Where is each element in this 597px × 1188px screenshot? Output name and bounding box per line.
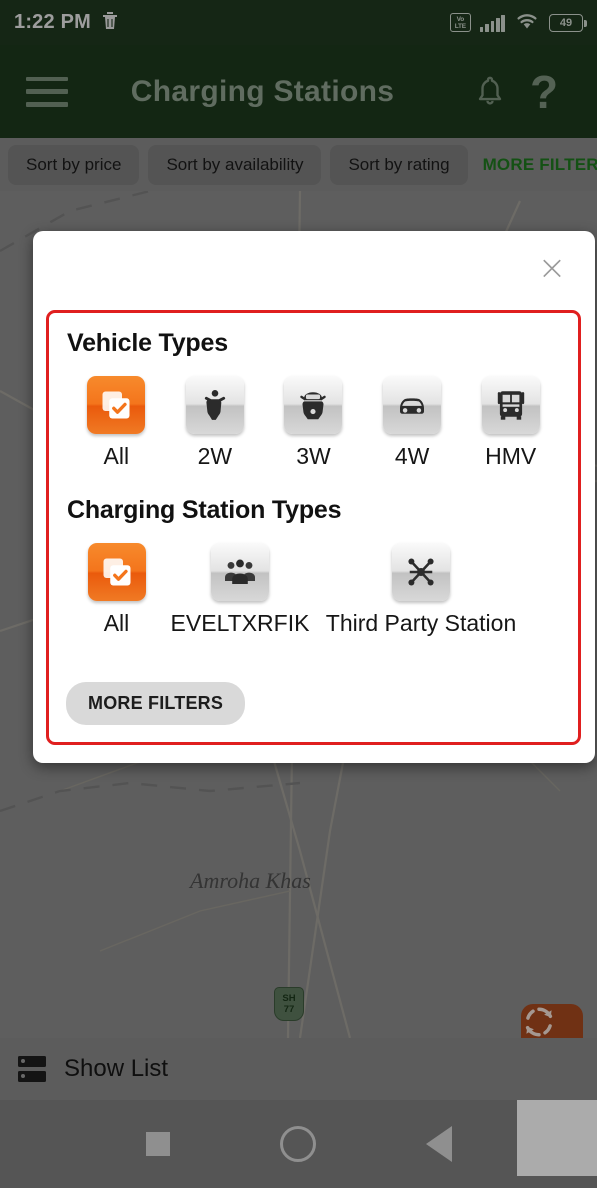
wifi-icon [514,10,540,35]
nav-white-block [517,1100,597,1176]
refresh-icon [525,1007,553,1037]
vehicle-types-row: All 2W 3W 4W HMV [67,376,560,470]
station-option-third-party[interactable]: Third Party Station [314,543,528,637]
vehicle-option-hmv[interactable]: HMV [461,376,560,470]
people-group-icon [211,543,269,601]
highway-shield-marker: SH 77 [274,987,304,1021]
filters-dialog: × Vehicle Types All 2W 3W 4W HMV Chargin… [33,231,595,763]
station-types-title: Charging Station Types [67,496,342,524]
help-icon[interactable]: ? [517,69,571,115]
close-icon[interactable]: × [535,251,569,287]
vehicle-option-label: All [103,443,130,469]
vehicle-option-4w[interactable]: 4W [363,376,462,470]
list-icon [18,1056,46,1082]
vehicle-types-title: Vehicle Types [67,329,228,357]
volte-icon: Vo LTE [449,13,471,32]
vehicle-option-label: HMV [485,443,537,469]
map-place-label: Amroha Khas [190,868,311,893]
sort-filter-bar: Sort by price Sort by availability Sort … [0,138,597,191]
android-nav-bar [0,1100,597,1188]
circle-home-icon[interactable] [279,1126,316,1162]
network-hub-icon [392,543,450,601]
vehicle-option-all[interactable]: All [67,376,166,470]
square-recents-icon[interactable] [145,1132,170,1156]
status-bar-right: Vo LTE 49 [449,10,587,35]
station-types-section: Charging Station Types All EVELTXRFIK Th… [67,496,560,637]
sort-by-availability-chip[interactable]: Sort by availability [148,144,322,185]
show-list-bar[interactable]: Show List [0,1038,597,1100]
page-title: Charging Stations [130,74,395,108]
bus-truck-icon [481,376,540,434]
more-filters-link[interactable]: MORE FILTERS [477,155,597,175]
motorcycle-icon [185,376,244,434]
station-option-label: Third Party Station [325,610,517,636]
filter-panel: Vehicle Types All 2W 3W 4W HMV Charging … [46,310,581,745]
select-all-checkbox-icon [87,376,146,434]
status-bar: 1:22 PM Vo LTE 49 [0,0,597,45]
vehicle-types-section: Vehicle Types All 2W 3W 4W HMV [67,329,560,470]
battery-icon: 49 [549,13,587,32]
vehicle-option-2w[interactable]: 2W [166,376,265,470]
bell-icon[interactable] [463,75,517,108]
signal-bars-icon [479,14,505,32]
station-option-label: All [103,610,130,636]
vehicle-option-label: 3W [296,443,331,469]
vehicle-option-3w[interactable]: 3W [264,376,363,470]
refresh-button[interactable] [521,1004,583,1038]
car-icon [383,376,442,434]
trash-icon [101,10,119,36]
sort-by-price-chip[interactable]: Sort by price [8,144,140,185]
station-option-label: EVELTXRFIK [170,610,310,636]
show-list-label: Show List [64,1055,169,1082]
app-screen: 1:22 PM Vo LTE 49 Charging Stations ? So… [0,0,597,1188]
vehicle-option-label: 2W [197,443,233,469]
status-clock: 1:22 PM [14,11,91,33]
auto-rickshaw-icon [284,376,343,434]
status-bar-left: 1:22 PM [14,10,119,36]
vehicle-option-label: 4W [394,443,430,469]
triangle-back-icon[interactable] [425,1126,452,1162]
station-option-eveltxrfik[interactable]: EVELTXRFIK [166,543,314,637]
station-types-row: All EVELTXRFIK Third Party Station [67,543,560,637]
sort-by-rating-chip[interactable]: Sort by rating [330,144,468,185]
station-option-all[interactable]: All [67,543,166,637]
more-filters-button[interactable]: MORE FILTERS [66,682,246,725]
select-all-checkbox-icon [87,543,146,601]
app-bar: Charging Stations ? [0,45,597,138]
